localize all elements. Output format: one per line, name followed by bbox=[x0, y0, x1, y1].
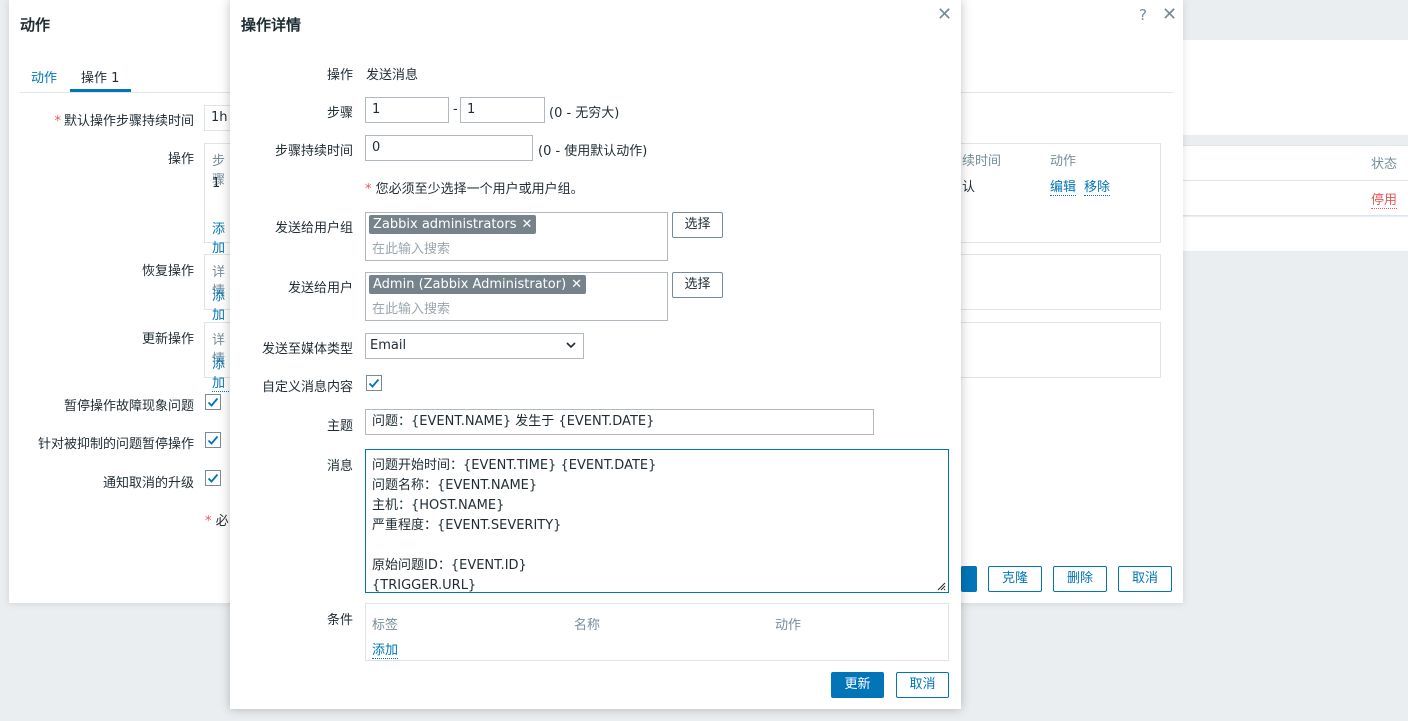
remove-tag-icon[interactable]: ✕ bbox=[522, 217, 533, 232]
media-type-select[interactable]: Email bbox=[365, 333, 584, 359]
conditions-label: 条件 bbox=[326, 613, 353, 628]
add-button-partial[interactable] bbox=[961, 566, 977, 592]
chevron-down-icon bbox=[566, 334, 576, 367]
subject-label: 主题 bbox=[326, 419, 353, 434]
steps-from-input[interactable]: 1 bbox=[365, 97, 449, 123]
custom-message-checkbox[interactable] bbox=[366, 375, 382, 391]
notify-cancel-checkbox[interactable] bbox=[205, 470, 221, 486]
pause-symptoms-checkbox[interactable] bbox=[205, 394, 221, 410]
steps-hint: (0 - 无穷大) bbox=[549, 106, 620, 121]
pause-symptoms-label: 暂停操作故障现象问题 bbox=[63, 399, 194, 414]
status-disabled-link[interactable]: 停用 bbox=[1371, 189, 1398, 209]
required-note: * 必 bbox=[205, 514, 229, 529]
modal-title: 操作详情 bbox=[241, 16, 302, 34]
cancel-button[interactable]: 取消 bbox=[1118, 566, 1172, 592]
user-groups-multiselect[interactable]: Zabbix administrators ✕ 在此输入搜索 bbox=[365, 212, 668, 261]
custom-message-label: 自定义消息内容 bbox=[261, 380, 353, 395]
tab-action[interactable]: 动作 bbox=[31, 67, 57, 86]
operations-row-duration: 认 bbox=[962, 180, 976, 195]
conditions-add-link[interactable]: 添加 bbox=[372, 639, 399, 659]
close-icon[interactable]: ✕ bbox=[937, 4, 952, 25]
users-multiselect[interactable]: Admin (Zabbix Administrator) ✕ 在此输入搜索 bbox=[365, 272, 668, 321]
subject-input[interactable]: 问题：{EVENT.NAME} 发生于 {EVENT.DATE} bbox=[365, 409, 874, 435]
steps-dash: - bbox=[453, 102, 458, 117]
help-icon[interactable]: ? bbox=[1139, 6, 1147, 24]
step-duration-input[interactable]: 0 bbox=[365, 135, 533, 161]
conditions-col-label: 标签 bbox=[372, 618, 399, 633]
steps-to-input[interactable]: 1 bbox=[460, 97, 545, 123]
operations-remove-link[interactable]: 移除 bbox=[1084, 176, 1111, 196]
users-search-input[interactable]: 在此输入搜索 bbox=[372, 298, 450, 317]
conditions-table: 标签 名称 动作 添加 bbox=[365, 603, 949, 661]
conditions-col-name: 名称 bbox=[574, 618, 601, 633]
message-label: 消息 bbox=[326, 459, 353, 474]
step-duration-label: 步骤持续时间 bbox=[274, 144, 353, 159]
notify-cancel-label: 通知取消的升级 bbox=[102, 476, 194, 491]
status-column-header[interactable]: 状态 bbox=[1371, 153, 1397, 172]
page-table-footer bbox=[1183, 217, 1408, 251]
user-group-tag: Zabbix administrators ✕ bbox=[369, 215, 537, 234]
update-ops-table-right bbox=[954, 322, 1161, 378]
resize-handle-icon[interactable] bbox=[936, 580, 946, 595]
operation-details-modal: 操作详情 ✕ 操作 发送消息 步骤 1 - 1 (0 - 无穷大) 步骤持续时间… bbox=[230, 0, 961, 709]
operations-col-action: 动作 bbox=[1050, 154, 1077, 169]
operations-row-step: 1 bbox=[212, 176, 221, 191]
conditions-col-action: 动作 bbox=[775, 618, 802, 633]
required-message: * 您必须至少选择一个用户或用户组。 bbox=[365, 182, 584, 197]
step-duration-hint: (0 - 使用默认动作) bbox=[538, 144, 648, 159]
update-ops-label: 更新操作 bbox=[141, 332, 194, 347]
users-label: 发送给用户 bbox=[287, 281, 353, 296]
close-icon[interactable]: ✕ bbox=[1162, 4, 1177, 25]
recovery-label: 恢复操作 bbox=[141, 264, 194, 279]
remove-tag-icon[interactable]: ✕ bbox=[571, 277, 582, 292]
tab-operations[interactable]: 操作 1 bbox=[81, 67, 119, 86]
message-textarea[interactable]: 问题开始时间：{EVENT.TIME} {EVENT.DATE} 问题名称：{E… bbox=[365, 449, 949, 593]
operations-col-duration: 续时间 bbox=[962, 154, 1002, 169]
update-button[interactable]: 更新 bbox=[831, 672, 884, 698]
operations-label: 操作 bbox=[167, 152, 194, 167]
user-groups-search-input[interactable]: 在此输入搜索 bbox=[372, 238, 450, 257]
select-users-button[interactable]: 选择 bbox=[672, 272, 723, 298]
steps-label: 步骤 bbox=[326, 106, 353, 121]
action-dialog-title: 动作 bbox=[20, 16, 51, 34]
page-header-area bbox=[1183, 40, 1408, 135]
recovery-table-right bbox=[954, 254, 1161, 310]
pause-suppressed-label: 针对被抑制的问题暂停操作 bbox=[37, 437, 194, 452]
media-type-label: 发送至媒体类型 bbox=[261, 342, 353, 357]
delete-button[interactable]: 删除 bbox=[1053, 566, 1107, 592]
operations-table-right: 续时间 动作 认 编辑 移除 bbox=[954, 143, 1161, 243]
select-user-groups-button[interactable]: 选择 bbox=[672, 212, 723, 238]
clone-button[interactable]: 克隆 bbox=[988, 566, 1042, 592]
user-groups-label: 发送给用户组 bbox=[274, 221, 353, 236]
user-tag: Admin (Zabbix Administrator) ✕ bbox=[369, 275, 587, 294]
operation-label: 操作 bbox=[326, 68, 353, 83]
default-duration-label: * 默认操作步骤持续时间 bbox=[54, 114, 194, 129]
cancel-button[interactable]: 取消 bbox=[896, 672, 949, 698]
operation-value: 发送消息 bbox=[366, 68, 419, 83]
pause-suppressed-checkbox[interactable] bbox=[205, 432, 221, 448]
operations-edit-link[interactable]: 编辑 bbox=[1050, 176, 1077, 196]
